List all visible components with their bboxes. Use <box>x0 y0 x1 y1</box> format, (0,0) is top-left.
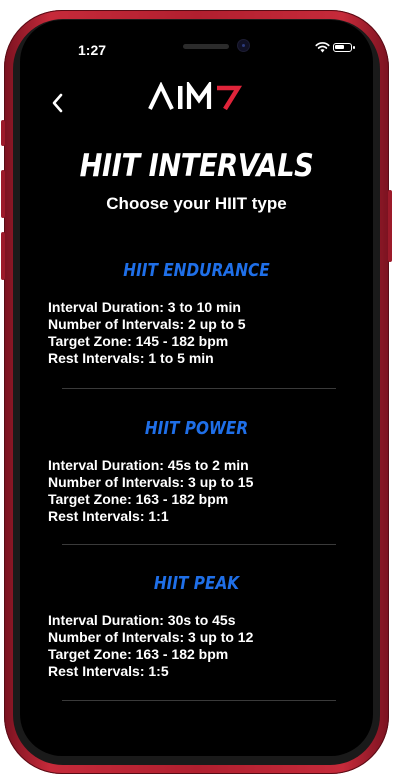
power-button <box>388 190 392 262</box>
interval-duration: Interval Duration: 3 to 10 min <box>48 299 241 315</box>
target-zone: Target Zone: 145 - 182 bpm <box>48 333 229 349</box>
hiit-type-details: Interval Duration: 3 to 10 min Number of… <box>48 299 373 367</box>
hiit-type-title: HIIT POWER <box>144 418 249 439</box>
hiit-endurance-section[interactable]: HIIT ENDURANCE Interval Duration: 3 to 1… <box>20 260 373 367</box>
hiit-type-title: HIIT PEAK <box>153 573 240 594</box>
volume-up-button <box>1 170 5 218</box>
status-bar: 1:27 <box>20 20 373 64</box>
hiit-peak-section[interactable]: HIIT PEAK Interval Duration: 30s to 45s … <box>20 573 373 680</box>
number-of-intervals: Number of Intervals: 3 up to 12 <box>48 629 254 645</box>
interval-duration: Interval Duration: 30s to 45s <box>48 612 236 628</box>
rest-intervals: Rest Intervals: 1 to 5 min <box>48 350 214 366</box>
target-zone: Target Zone: 163 - 182 bpm <box>48 491 229 507</box>
page-subtitle: Choose your HIIT type <box>106 194 287 213</box>
hiit-type-title: HIIT ENDURANCE <box>123 260 270 281</box>
target-zone: Target Zone: 163 - 182 bpm <box>48 646 229 662</box>
volume-down-button <box>1 232 5 280</box>
hiit-power-section[interactable]: HIIT POWER Interval Duration: 45s to 2 m… <box>20 418 373 525</box>
silent-switch <box>1 120 5 146</box>
page-title: HIIT INTERVALS <box>79 148 314 184</box>
back-chevron-icon[interactable] <box>48 90 68 116</box>
section-divider <box>62 544 336 545</box>
front-camera <box>238 40 249 51</box>
section-divider <box>62 388 336 389</box>
number-of-intervals: Number of Intervals: 2 up to 5 <box>48 316 246 332</box>
hiit-type-details: Interval Duration: 30s to 45s Number of … <box>48 612 373 680</box>
aim7-logo <box>148 82 243 111</box>
wifi-icon <box>315 42 330 53</box>
rest-intervals: Rest Intervals: 1:1 <box>48 508 169 524</box>
interval-duration: Interval Duration: 45s to 2 min <box>48 457 249 473</box>
battery-icon <box>333 43 355 52</box>
number-of-intervals: Number of Intervals: 3 up to 15 <box>48 474 254 490</box>
section-divider <box>62 700 336 701</box>
hiit-type-details: Interval Duration: 45s to 2 min Number o… <box>48 457 373 525</box>
app-screen: 1:27 HIIT INTERVALS Choose your HIIT typ… <box>20 20 373 756</box>
rest-intervals: Rest Intervals: 1:5 <box>48 663 169 679</box>
status-time: 1:27 <box>78 42 107 58</box>
earpiece-speaker <box>183 44 229 49</box>
